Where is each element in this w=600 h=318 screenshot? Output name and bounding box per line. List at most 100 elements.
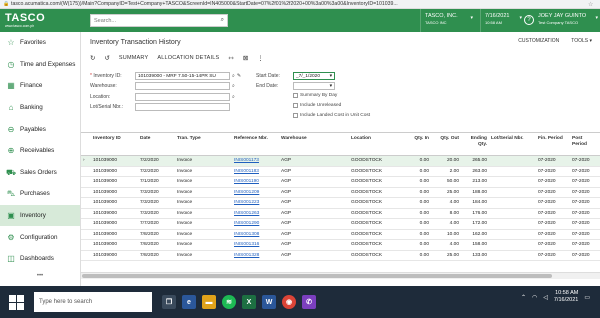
search-icon[interactable]: ⌕: [232, 83, 235, 89]
windows-start-icon[interactable]: [6, 292, 26, 312]
sidebar-item-inventory[interactable]: ▣ Inventory: [0, 204, 80, 227]
column-header[interactable]: Qty. In: [402, 133, 431, 155]
table-row[interactable]: 101039000 7/8/2020 Invoice INIS001328 AGP GOO…: [81, 251, 600, 261]
sidebar-item-sales-orders[interactable]: ⛟ Sales Orders: [0, 162, 80, 184]
table-row[interactable]: 101039000 7/3/2020 Invoice INIS001223 AGP GOO…: [81, 198, 600, 209]
summary-button[interactable]: SUMMARY: [119, 55, 148, 61]
warehouse-field[interactable]: [135, 82, 230, 90]
summary-by-day-checkbox[interactable]: Summary By Day: [293, 93, 337, 98]
inventory-id-field[interactable]: 101039000 - MRF 7.50-15-14PR SU: [135, 72, 230, 80]
export-excel-icon[interactable]: ⊠: [243, 54, 248, 62]
table-row[interactable]: › 101039000 7/2/2020 Invoice INIS001173 AGP GO…: [81, 156, 600, 167]
logo[interactable]: TASCO www.tasco.com.ph: [0, 9, 80, 32]
column-header[interactable]: Date: [138, 133, 175, 155]
inventory-id-label-text: Inventory ID:: [93, 73, 122, 79]
more-icon[interactable]: •••: [0, 270, 80, 282]
table-row[interactable]: 101039000 7/2/2020 Invoice INIS001183 AGP GOO…: [81, 167, 600, 177]
sidebar-item-configuration[interactable]: ⚙ Configuration: [0, 226, 80, 248]
sidebar-item-receivables[interactable]: ⊕ Receivables: [0, 140, 80, 162]
tools-menu[interactable]: TOOLS ▾: [571, 38, 592, 44]
search-icon[interactable]: ⌕: [232, 73, 235, 79]
edge-icon[interactable]: e: [182, 295, 196, 309]
refresh-icon[interactable]: ↻: [90, 54, 95, 62]
column-header[interactable]: Reference Nbr.: [232, 133, 279, 155]
customization-menu[interactable]: CUSTOMIZATION: [518, 38, 559, 44]
viber-icon[interactable]: ✆: [302, 295, 316, 309]
url-field[interactable]: tasco.acumatica.com/(W(175))/Main?Compan…: [11, 1, 586, 7]
notification-icon[interactable]: ▭: [584, 294, 590, 301]
table-row[interactable]: 101039000 7/1/2020 Invoice INIS001190 AGP GOO…: [81, 177, 600, 188]
sidebar-item-dashboards[interactable]: ◫ Dashboards: [0, 248, 80, 270]
help-icon[interactable]: ?: [524, 15, 534, 25]
checkbox-icon: [293, 103, 298, 108]
sidebar-item-banking[interactable]: ⌂ Banking: [0, 97, 80, 119]
word-icon[interactable]: W: [262, 295, 276, 309]
chevron-up-icon[interactable]: ⌃: [521, 294, 526, 301]
taskbar-search-input[interactable]: Type here to search: [34, 292, 152, 312]
company-sub: TASCO INC: [425, 20, 447, 25]
reference-link[interactable]: INIS001223: [232, 200, 279, 205]
sidebar-item-purchases[interactable]: ⛍ Purchases: [0, 183, 80, 205]
column-header[interactable]: Post Period: [570, 133, 600, 155]
chevron-down-icon: ▾: [329, 83, 332, 89]
location-field[interactable]: [135, 93, 230, 101]
reference-link[interactable]: INIS001328: [232, 253, 279, 258]
column-header[interactable]: Ending Qty.: [461, 133, 489, 155]
summary-by-day-label: Summary By Day: [300, 93, 338, 98]
volume-icon[interactable]: ◁: [543, 294, 548, 301]
sidebar-item-finance[interactable]: ▦ Finance: [0, 75, 80, 97]
column-header[interactable]: Warehouse: [279, 133, 349, 155]
table-row[interactable]: 101039000 7/8/2020 Invoice INIS001316 AGP GOO…: [81, 240, 600, 251]
filter-icon[interactable]: ⋮: [257, 54, 264, 62]
allocation-details-button[interactable]: ALLOCATION DETAILS: [157, 55, 219, 61]
company-selector[interactable]: TASCO, INC. TASCO INC ▾: [420, 9, 476, 32]
excel-icon[interactable]: X: [242, 295, 256, 309]
include-unreleased-checkbox[interactable]: Include Unreleased: [293, 103, 341, 108]
reference-link[interactable]: INIS001190: [232, 179, 279, 184]
column-header[interactable]: Inventory ID: [91, 133, 138, 155]
end-date-field[interactable]: ▾: [293, 82, 335, 90]
lot-serial-field[interactable]: [135, 103, 230, 111]
user-menu[interactable]: JOEY JAY GUINTO Test Company TASCO ▾: [538, 9, 600, 32]
sidebar-item-favorites[interactable]: ☆ Favorites: [0, 32, 80, 54]
column-header[interactable]: Lot/Serial Nbr.: [489, 133, 536, 155]
file-explorer-icon[interactable]: ▬: [202, 295, 216, 309]
sidebar-item-time-and-expenses[interactable]: ◷ Time and Expenses: [0, 54, 80, 76]
chrome-icon[interactable]: ◉: [282, 295, 296, 309]
reference-link[interactable]: INIS001308: [232, 232, 279, 237]
horizontal-scrollbar[interactable]: [81, 272, 600, 279]
business-date-selector[interactable]: 7/16/2021 10:58 AM ▾: [480, 9, 524, 32]
reference-link[interactable]: INIS001209: [232, 190, 279, 195]
reference-link[interactable]: INIS001316: [232, 242, 279, 247]
column-header[interactable]: Tran. Type: [175, 133, 232, 155]
clock-date: 7/16/2021: [553, 297, 579, 303]
scrollbar-thumb[interactable]: [82, 274, 552, 278]
table-row[interactable]: 101039000 7/7/2020 Invoice INIS001290 AGP GOO…: [81, 219, 600, 230]
reference-link[interactable]: INIS001183: [232, 169, 279, 174]
sidebar-item-payables[interactable]: ⊖ Payables: [0, 118, 80, 140]
table-row[interactable]: 101039000 7/8/2020 Invoice INIS001308 AGP GOO…: [81, 230, 600, 240]
system-clock[interactable]: 10:58 AM 7/16/2021: [554, 290, 578, 304]
table-cell: Invoice: [177, 231, 193, 237]
table-row[interactable]: 101039000 7/3/2020 Invoice INIS001209 AGP GOO…: [81, 188, 600, 198]
reference-link[interactable]: INIS001290: [232, 221, 279, 226]
warehouse-label: Warehouse:: [90, 83, 117, 89]
column-header[interactable]: Fin. Period: [536, 133, 570, 155]
edit-icon[interactable]: ✎: [237, 73, 241, 79]
reference-link[interactable]: INIS001173: [232, 158, 279, 163]
fit-columns-icon[interactable]: ⇿: [228, 54, 233, 62]
row-selector-arrow-icon[interactable]: ›: [81, 158, 91, 163]
spotify-icon[interactable]: ≋: [222, 295, 236, 309]
start-date-field[interactable]: _7/_1/2020 ▾: [293, 72, 335, 80]
column-header[interactable]: Location: [349, 133, 402, 155]
reference-link[interactable]: INIS001263: [232, 211, 279, 216]
table-row[interactable]: 101039000 7/3/2020 Invoice INIS001263 AGP GOO…: [81, 209, 600, 219]
wifi-icon[interactable]: ◠: [532, 294, 537, 301]
column-header[interactable]: Qty. Out: [431, 133, 461, 155]
search-input[interactable]: Search... ⌕: [90, 14, 228, 27]
bookmark-star-icon[interactable]: ☆: [588, 1, 593, 8]
task-view-icon[interactable]: ❐: [162, 295, 176, 309]
include-landed-cost-checkbox[interactable]: Include Landed Cost in Unit Cost: [293, 113, 370, 118]
undo-icon[interactable]: ↺: [104, 54, 109, 62]
search-icon[interactable]: ⌕: [232, 94, 235, 100]
